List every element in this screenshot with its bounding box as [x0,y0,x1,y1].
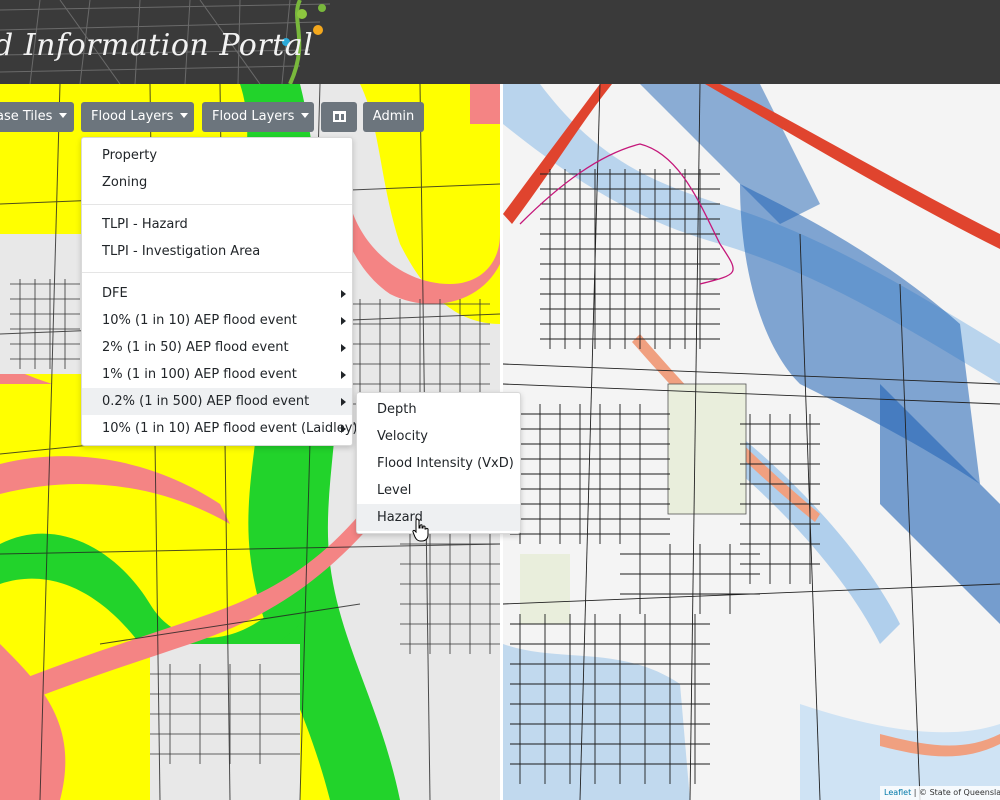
caret-down-icon [59,113,68,118]
hand-pointer-icon [412,518,429,542]
caret-right-icon [341,371,346,379]
menu-item-zoning[interactable]: Zoning [82,169,352,196]
menu-item-dfe-label: DFE [102,286,128,301]
columns-icon [333,111,346,122]
menu-item-dfe[interactable]: DFE [82,280,352,307]
caret-right-icon [341,344,346,352]
attribution-separator: | © [911,788,930,797]
menu-item-1pct-aep[interactable]: 1% (1 in 100) AEP flood event [82,361,352,388]
caret-down-icon [180,113,189,118]
flood-layers-label-left: Flood Layers [91,109,174,124]
base-tiles-label: ase Tiles [0,109,53,124]
menu-item-10pct-aep-label: 10% (1 in 10) AEP flood event [102,313,297,328]
flood-layers-menu: Property Zoning TLPI - Hazard TLPI - Inv… [81,137,357,446]
menu-item-2pct-aep[interactable]: 2% (1 in 50) AEP flood event [82,334,352,361]
menu-item-tlpi-hazard[interactable]: TLPI - Hazard [82,211,352,238]
menu-item-10pct-aep-laidley[interactable]: 10% (1 in 10) AEP flood event (Laidley) [82,415,357,442]
caret-down-icon [301,113,310,118]
caret-right-icon [341,317,346,325]
flood-layers-button-right[interactable]: Flood Layers [202,102,314,132]
submenu-item-level[interactable]: Level [357,477,520,504]
leaflet-link[interactable]: Leaflet [884,788,911,797]
menu-item-tlpi-investigation-area[interactable]: TLPI - Investigation Area [82,238,352,265]
submenu-item-depth[interactable]: Depth [357,396,520,423]
menu-item-2pct-aep-label: 2% (1 in 50) AEP flood event [102,340,289,355]
caret-right-icon [341,425,346,433]
menu-item-1pct-aep-label: 1% (1 in 100) AEP flood event [102,367,297,382]
admin-button[interactable]: Admin [363,102,424,132]
caret-right-icon [341,398,346,406]
submenu-item-velocity[interactable]: Velocity [357,423,520,450]
app-header: d Information Portal [0,0,1000,84]
menu-item-0-2pct-aep[interactable]: 0.2% (1 in 500) AEP flood event [82,388,352,415]
menu-divider [82,204,352,205]
map-attribution: Leaflet | © State of Queensland [880,786,1000,800]
menu-item-10pct-aep[interactable]: 10% (1 in 10) AEP flood event [82,307,352,334]
aep-500-submenu: Depth Velocity Flood Intensity (VxD) Lev… [356,392,521,534]
attribution-credit: State of Queensland [929,788,1000,797]
menu-item-0-2pct-aep-label: 0.2% (1 in 500) AEP flood event [102,394,310,409]
menu-divider [82,272,352,273]
split-view-button[interactable] [321,102,357,132]
right-depth-map [502,84,1000,800]
submenu-item-flood-intensity[interactable]: Flood Intensity (VxD) [357,450,520,477]
base-tiles-button[interactable]: ase Tiles [0,102,74,132]
menu-item-10pct-aep-laidley-label: 10% (1 in 10) AEP flood event (Laidley) [102,421,358,436]
flood-layers-label-right: Flood Layers [212,109,295,124]
submenu-item-hazard[interactable]: Hazard [357,504,520,531]
menu-item-property[interactable]: Property [82,142,352,169]
caret-right-icon [341,290,346,298]
flood-layers-button-left[interactable]: Flood Layers [81,102,194,132]
portal-title: d Information Portal [0,28,314,63]
